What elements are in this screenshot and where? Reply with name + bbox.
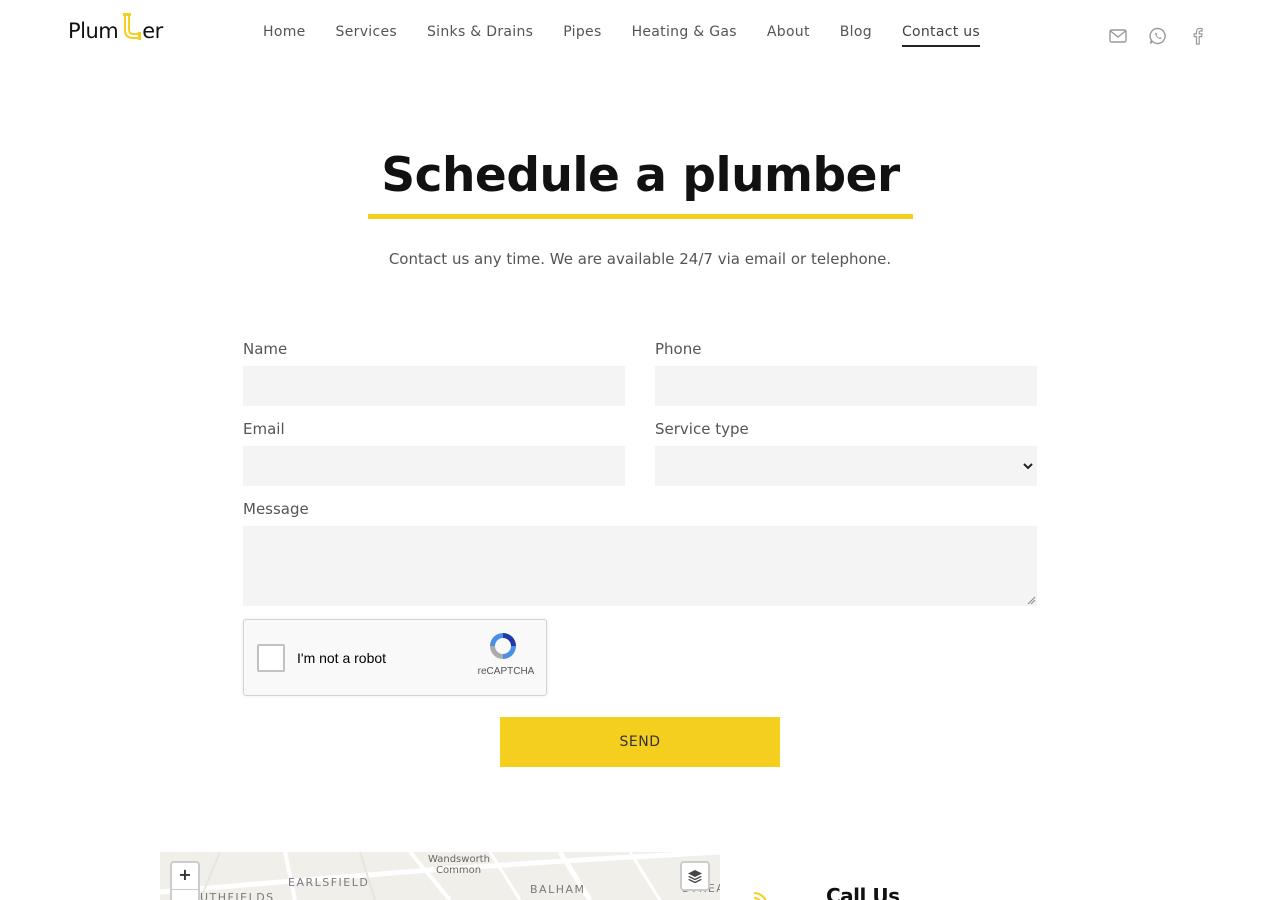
facebook-icon[interactable]: [1188, 26, 1208, 46]
main-nav: Home Services Sinks & Drains Pipes Heati…: [263, 24, 1010, 47]
page-title: Schedule a plumber: [381, 148, 900, 203]
name-label: Name: [243, 340, 288, 358]
map-label-balham: BALHAM: [530, 883, 586, 896]
email-label: Email: [243, 420, 285, 438]
send-button[interactable]: SEND: [500, 717, 780, 767]
whatsapp-icon[interactable]: [1148, 26, 1168, 46]
map-label-earlsfield: EARLSFIELD: [288, 876, 370, 889]
site-header: Plum er Home Services Sinks & Drains Pip…: [0, 0, 1280, 70]
map-layers-button[interactable]: [680, 861, 710, 891]
nav-services[interactable]: Services: [336, 24, 397, 47]
layers-icon: [688, 870, 702, 884]
page-subtitle: Contact us any time. We are available 24…: [388, 250, 892, 268]
nav-pipes[interactable]: Pipes: [563, 24, 601, 47]
service-type-label: Service type: [655, 420, 749, 438]
logo[interactable]: Plum er: [68, 10, 163, 42]
recaptcha-brand: reCAPTCHA: [477, 666, 535, 677]
service-type-select[interactable]: [655, 446, 1037, 486]
phone-ring-icon: [753, 892, 767, 900]
message-field[interactable]: [243, 526, 1037, 606]
title-underline: [368, 214, 913, 219]
map-zoom-control: + −: [170, 861, 200, 900]
nav-home[interactable]: Home: [263, 24, 306, 47]
recaptcha-label: I'm not a robot: [297, 650, 387, 666]
recaptcha-logo-icon: [490, 633, 516, 659]
email-field[interactable]: [243, 446, 625, 486]
name-field[interactable]: [243, 366, 625, 406]
nav-about[interactable]: About: [767, 24, 810, 47]
zoom-in-button[interactable]: +: [172, 863, 198, 889]
nav-blog[interactable]: Blog: [840, 24, 872, 47]
recaptcha-checkbox[interactable]: [257, 644, 285, 672]
logo-text-suffix: er: [142, 19, 163, 43]
social-links: [1108, 26, 1208, 46]
logo-text-prefix: Plum: [68, 19, 119, 43]
nav-sinks-drains[interactable]: Sinks & Drains: [427, 24, 533, 47]
call-us-heading: Call Us: [826, 884, 900, 900]
phone-field[interactable]: [655, 366, 1037, 406]
zoom-out-button[interactable]: −: [172, 889, 198, 900]
map-label-southfields: UTHFIELDS: [200, 891, 275, 900]
map-label-common: Common: [436, 865, 482, 876]
email-icon[interactable]: [1108, 26, 1128, 46]
chevron-down-icon: [1023, 463, 1033, 470]
nav-contact-us[interactable]: Contact us: [901, 24, 981, 47]
nav-heating-gas[interactable]: Heating & Gas: [632, 24, 737, 47]
hero-title-block: Schedule a plumber: [368, 148, 913, 219]
resize-handle-icon[interactable]: [1027, 596, 1036, 605]
map-label-wandsworth: Wandsworth: [428, 854, 490, 865]
phone-label: Phone: [655, 340, 702, 358]
recaptcha-widget: I'm not a robot reCAPTCHA: [243, 619, 547, 696]
message-label: Message: [243, 500, 309, 518]
logo-pipe-icon: [119, 12, 142, 42]
map[interactable]: EARLSFIELD BALHAM Wandsworth Common UTHF…: [160, 852, 720, 900]
